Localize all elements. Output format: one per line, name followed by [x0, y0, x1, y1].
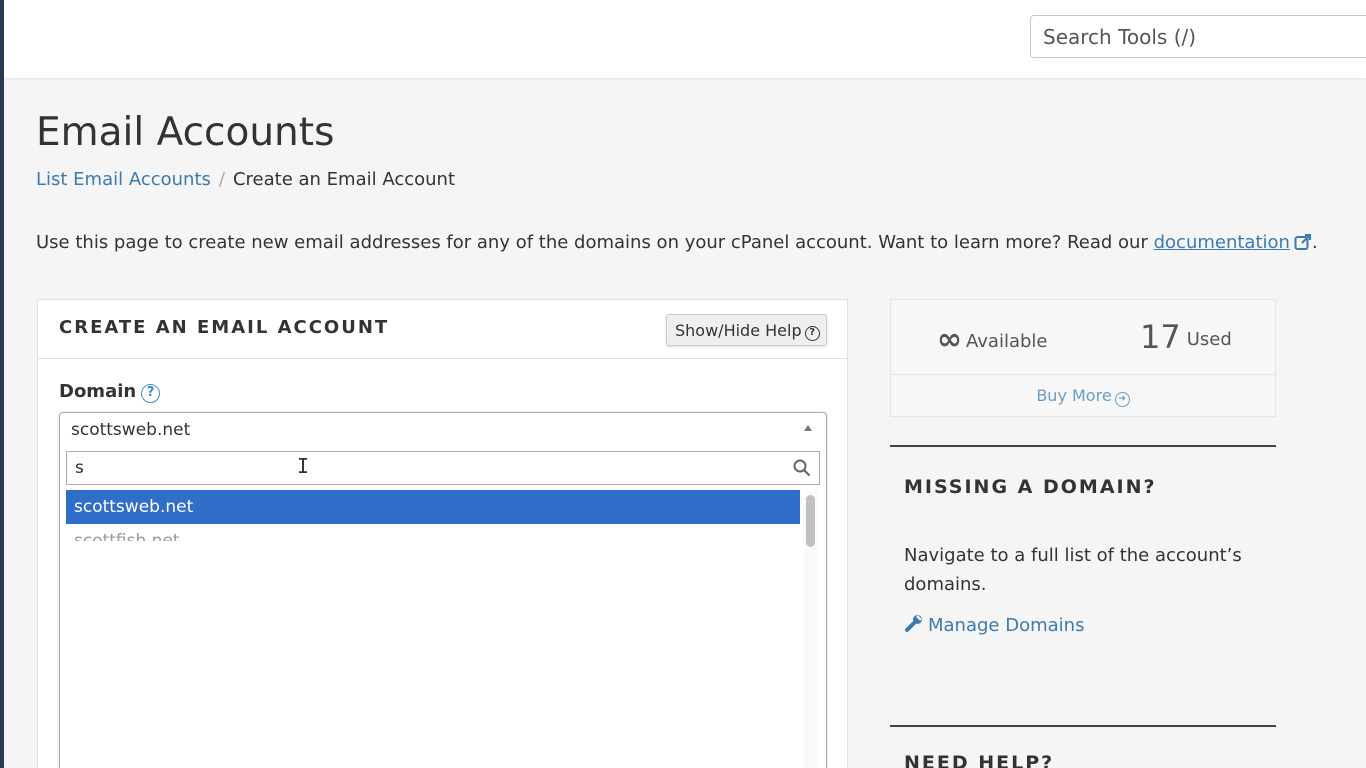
- panel-header: CREATE AN EMAIL ACCOUNT Show/Hide Help?: [38, 300, 847, 359]
- create-email-panel: CREATE AN EMAIL ACCOUNT Show/Hide Help? …: [37, 299, 848, 768]
- breadcrumb-list-email-accounts[interactable]: List Email Accounts: [36, 169, 211, 190]
- left-edge-strip: [0, 0, 4, 768]
- search-tools-input[interactable]: Search Tools (/): [1030, 15, 1366, 58]
- panel-title: CREATE AN EMAIL ACCOUNT: [59, 317, 390, 338]
- show-hide-help-button[interactable]: Show/Hide Help?: [666, 314, 827, 346]
- divider: [890, 725, 1276, 727]
- list-fade: [60, 538, 800, 568]
- page-title: Email Accounts: [36, 110, 335, 155]
- domain-select[interactable]: scottsweb.net s I scottsweb.net scottfis…: [59, 412, 827, 768]
- breadcrumb: List Email Accounts / Create an Email Acco…: [36, 169, 455, 190]
- breadcrumb-separator: /: [218, 169, 225, 190]
- infinity-icon: ∞: [937, 322, 962, 357]
- caret-up-icon: [804, 425, 812, 431]
- account-stats: ∞ Available 17 Used Buy More ➜: [890, 299, 1276, 417]
- documentation-link[interactable]: documentation: [1154, 232, 1290, 253]
- intro-body: Use this page to create new email addres…: [36, 232, 1148, 253]
- domain-filter-value: s: [75, 458, 84, 478]
- missing-domain-title: MISSING A DOMAIN?: [904, 476, 1157, 498]
- need-help-title: NEED HELP?: [904, 752, 1055, 768]
- domain-label-text: Domain: [59, 381, 137, 402]
- breadcrumb-current: Create an Email Account: [232, 169, 456, 190]
- domain-help-icon[interactable]: ?: [141, 384, 161, 403]
- manage-domains-label: Manage Domains: [928, 615, 1085, 636]
- buy-more-label: Buy More: [1036, 386, 1112, 405]
- domain-select-value: scottsweb.net: [71, 420, 191, 440]
- divider: [890, 445, 1276, 447]
- domain-option-selected[interactable]: scottsweb.net: [66, 490, 800, 524]
- used-stat: 17 Used: [1140, 318, 1232, 356]
- help-button-label: Show/Hide Help: [675, 321, 802, 340]
- intro-text: Use this page to create new email addres…: [36, 232, 1318, 256]
- question-circle-icon: ?: [804, 326, 820, 341]
- stats-row: ∞ Available 17 Used: [891, 300, 1275, 375]
- buy-more-link[interactable]: Buy More ➜: [891, 386, 1275, 407]
- available-stat: ∞ Available: [937, 322, 1047, 357]
- scrollbar-thumb[interactable]: [806, 495, 815, 547]
- external-link-icon[interactable]: [1294, 233, 1312, 256]
- search-icon: [793, 459, 811, 482]
- search-tools-placeholder: Search Tools (/): [1043, 25, 1197, 49]
- text-cursor-icon: I: [297, 454, 310, 478]
- missing-domain-text: Navigate to a full list of the account’s…: [904, 545, 1242, 595]
- used-count: 17: [1140, 318, 1181, 356]
- intro-period: .: [1311, 232, 1318, 253]
- available-label: Available: [966, 331, 1048, 352]
- manage-domains-link[interactable]: Manage Domains: [904, 613, 1084, 638]
- dropdown-scrollbar[interactable]: [804, 490, 818, 768]
- used-label: Used: [1186, 329, 1232, 350]
- domain-label: Domain?: [59, 381, 161, 403]
- wrench-icon: [904, 613, 924, 638]
- domain-filter-input[interactable]: s I: [66, 451, 820, 485]
- arrow-right-circle-icon: ➜: [1114, 392, 1130, 407]
